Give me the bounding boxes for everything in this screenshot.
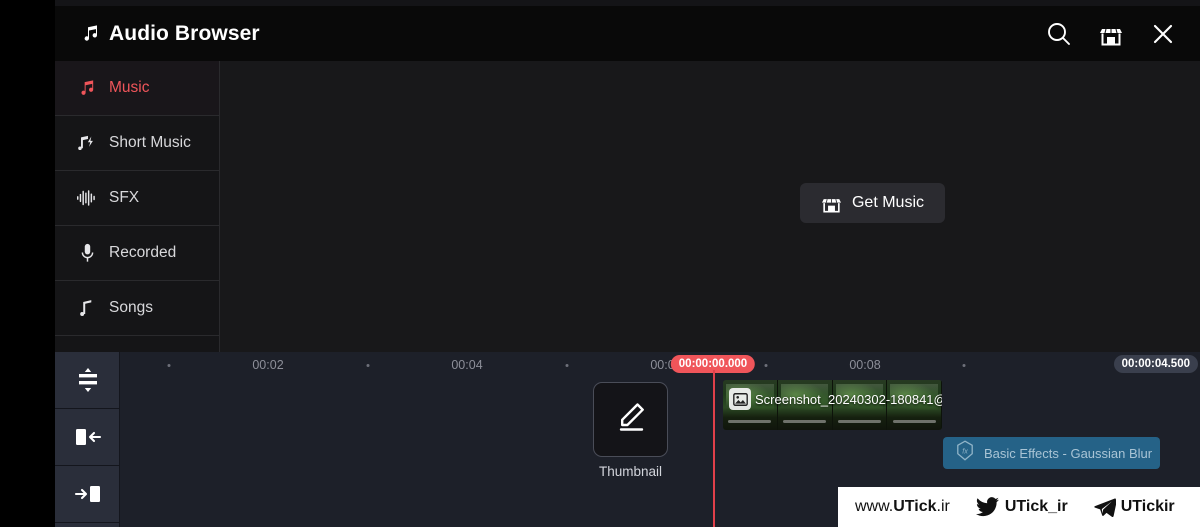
ruler-tick-label: 00:04 xyxy=(451,358,483,372)
track-height-button[interactable] xyxy=(55,352,120,409)
sidebar-item-songs[interactable]: Songs xyxy=(55,281,219,336)
image-icon xyxy=(729,388,751,410)
sidebar-item-music[interactable]: Music xyxy=(55,61,219,116)
twitter-bird-icon xyxy=(975,497,1000,517)
website-brand: UTick xyxy=(893,498,937,515)
ruler-dot xyxy=(167,364,171,367)
window-header: Audio Browser xyxy=(55,6,1200,61)
music-note-icon xyxy=(82,24,100,44)
timeline-ruler[interactable]: 00:02 00:04 00:06 00:08 00:00:00.000 00:… xyxy=(120,352,1200,380)
sidebar-item-label: Recorded xyxy=(109,244,177,261)
close-icon[interactable] xyxy=(1148,19,1178,49)
left-gutter xyxy=(0,0,55,527)
watermark-bar: www. UTick .ir UTick_ir UTickir xyxy=(838,487,1200,527)
window-title-group: Audio Browser xyxy=(82,22,260,46)
audio-browser-window: Audio Browser Music Short Music SFX Reco… xyxy=(55,0,1200,527)
effect-clip[interactable]: fx Basic Effects - Gaussian Blur xyxy=(943,437,1160,469)
watermark-twitter: UTick_ir xyxy=(975,497,1068,517)
search-icon[interactable] xyxy=(1044,19,1074,49)
page-title: Audio Browser xyxy=(109,21,260,45)
fx-hexagon-icon: fx xyxy=(955,440,975,466)
music-note-icon xyxy=(77,77,97,99)
browser-body: Music Short Music SFX Recorded Songs Get… xyxy=(55,61,1200,352)
track-height-icon xyxy=(76,367,100,393)
ruler-dot xyxy=(565,364,569,367)
ruler-tick-label: 00:02 xyxy=(252,358,284,372)
music-list-area: Get Music xyxy=(220,61,1200,352)
watermark-telegram: UTickir xyxy=(1094,497,1175,517)
telegram-plane-icon xyxy=(1094,497,1116,517)
pencil-edit-icon xyxy=(612,398,650,441)
playhead[interactable] xyxy=(713,370,715,527)
app-root: Audio Browser Music Short Music SFX Reco… xyxy=(0,0,1200,527)
ruler-dot xyxy=(366,364,370,367)
ruler-dot xyxy=(962,364,966,367)
sidebar-item-short-music[interactable]: Short Music xyxy=(55,116,219,171)
get-music-button[interactable]: Get Music xyxy=(800,183,945,223)
insert-right-button[interactable] xyxy=(55,466,120,523)
thumbnail-box xyxy=(593,382,668,457)
sidebar-item-label: Music xyxy=(109,79,150,96)
video-clip[interactable]: Screenshot_20240302-180841@1000 xyxy=(723,380,942,430)
watermark-website: www. UTick .ir xyxy=(855,498,950,516)
microphone-icon xyxy=(77,242,97,264)
website-suffix: .ir xyxy=(936,498,950,515)
total-duration-badge: 00:00:04.500 xyxy=(1113,355,1198,373)
store-icon[interactable] xyxy=(1096,19,1126,49)
insert-left-icon xyxy=(74,426,102,448)
insert-right-icon xyxy=(74,483,102,505)
twitter-handle: UTick_ir xyxy=(1004,498,1068,515)
single-note-icon xyxy=(77,297,97,319)
thumbnail-button[interactable]: Thumbnail xyxy=(593,382,668,479)
category-sidebar: Music Short Music SFX Recorded Songs xyxy=(55,61,220,352)
sidebar-item-label: Songs xyxy=(109,299,153,316)
ruler-dot xyxy=(764,364,768,367)
ruler-tick-label: 00:08 xyxy=(849,358,881,372)
timeline-tool-column xyxy=(55,352,120,527)
get-music-label: Get Music xyxy=(851,194,924,211)
effect-clip-title: Basic Effects - Gaussian Blur xyxy=(984,445,1153,461)
video-clip-title: Screenshot_20240302-180841@1000 xyxy=(755,392,942,407)
sidebar-item-label: Short Music xyxy=(109,134,191,151)
waveform-icon xyxy=(77,187,97,209)
sidebar-item-sfx[interactable]: SFX xyxy=(55,171,219,226)
store-icon xyxy=(821,194,842,213)
sidebar-item-label: SFX xyxy=(109,189,140,206)
svg-text:fx: fx xyxy=(962,446,968,455)
telegram-handle: UTickir xyxy=(1120,498,1175,515)
sidebar-item-recorded[interactable]: Recorded xyxy=(55,226,219,281)
thumbnail-label: Thumbnail xyxy=(598,464,663,479)
short-music-icon xyxy=(77,132,97,154)
website-prefix: www. xyxy=(855,498,894,515)
insert-left-button[interactable] xyxy=(55,409,120,466)
header-actions xyxy=(1044,19,1178,49)
